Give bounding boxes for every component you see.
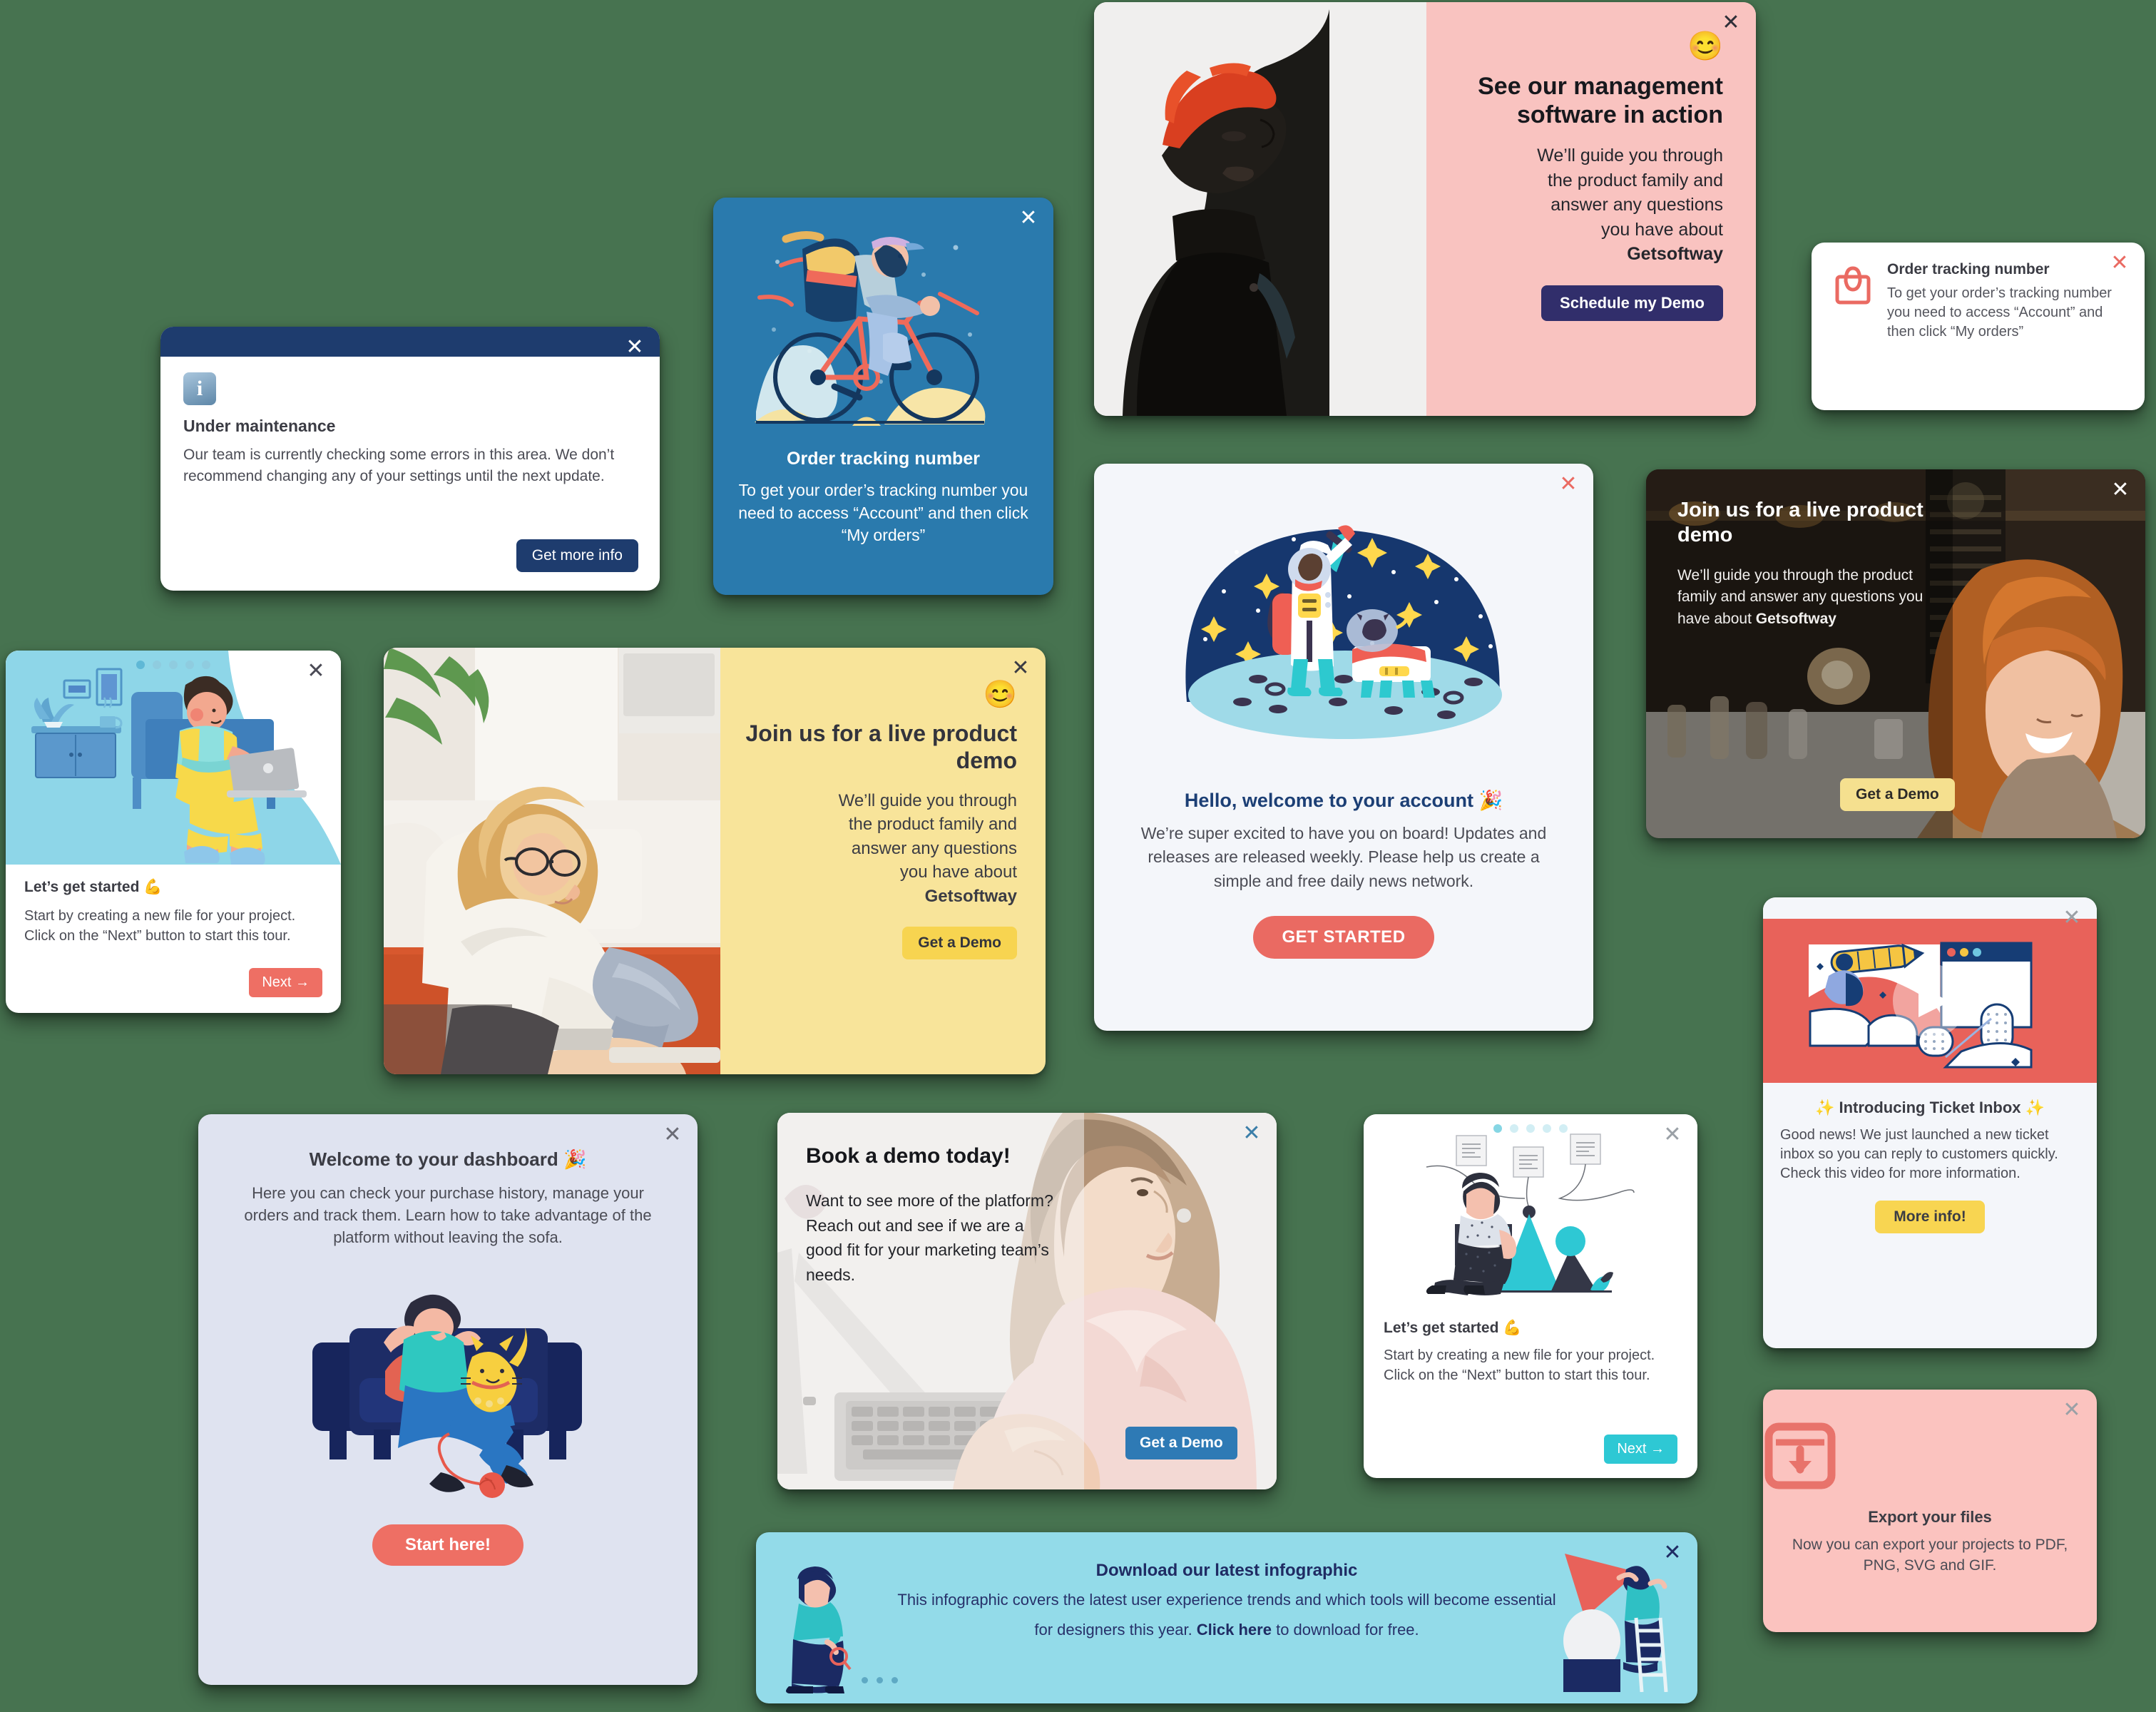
close-icon[interactable]: ✕ — [1719, 12, 1743, 36]
card-title: Let’s get started 💪 — [24, 879, 163, 895]
card-body: Our team is currently checking some erro… — [183, 447, 615, 485]
card-title: Order tracking number — [1887, 261, 2050, 277]
card-title: Join us for a live product demo — [745, 720, 1018, 773]
portrait-photo — [1094, 2, 1426, 416]
next-button[interactable]: Next → — [249, 968, 322, 997]
get-demo-button[interactable]: Get a Demo — [1840, 778, 1955, 811]
pagination-dots[interactable] — [6, 661, 341, 669]
close-icon[interactable]: ✕ — [2108, 479, 2132, 504]
woman-with-laptop-photo — [384, 648, 720, 1074]
banner-body-part-2: to download for free. — [1271, 1620, 1419, 1639]
close-icon[interactable]: ✕ — [623, 337, 647, 361]
person-on-ladder-illustration — [1548, 1549, 1676, 1692]
astronaut-illustration — [1094, 464, 1593, 785]
get-demo-button[interactable]: Get a Demo — [902, 927, 1017, 960]
get-started-button[interactable]: GET STARTED — [1253, 916, 1434, 959]
card-get-started-blue: ✕ Let’s get started 💪 Start by creating … — [6, 651, 341, 1013]
start-here-button[interactable]: Start here! — [372, 1524, 524, 1566]
card-title: Order tracking number — [787, 449, 980, 469]
close-icon[interactable]: ✕ — [1556, 474, 1580, 498]
info-icon: i — [183, 372, 216, 405]
card-order-tracking-illustrated: ✕ Order tracking number To get your orde… — [713, 198, 1053, 595]
card-body: Start by creating a new file for your pr… — [24, 908, 296, 944]
card-order-tracking-small: ✕ Order tracking number To get your orde… — [1812, 243, 2145, 410]
card-title: See our management software in action — [1478, 73, 1723, 129]
card-title: Book a demo today! — [806, 1144, 1011, 1168]
close-icon[interactable]: ✕ — [304, 661, 328, 685]
schedule-demo-button[interactable]: Schedule my Demo — [1541, 285, 1723, 321]
pagination-dots[interactable] — [1364, 1124, 1697, 1133]
close-icon[interactable]: ✕ — [1240, 1123, 1264, 1147]
card-export-files: ✕ Export your files Now you can export y… — [1763, 1390, 2097, 1632]
card-body-line-4: you have about — [899, 862, 1017, 882]
brand-name: Getsoftway — [924, 886, 1017, 906]
card-infographic-banner: ✕ Download our latest infographic This i… — [756, 1532, 1697, 1703]
card-title: Let’s get started 💪 — [1384, 1320, 1522, 1336]
card-body-line-4: you have about — [1601, 219, 1723, 240]
card-body-line-2: the product family and — [848, 815, 1017, 835]
card-title: Welcome to your dashboard 🎉 — [309, 1148, 587, 1170]
cards-canvas: ✕ i Under maintenance Our team is curren… — [0, 0, 2156, 1712]
card-title: Hello, welcome to your account 🎉 — [1184, 790, 1503, 811]
brand-name: Getsoftway — [1627, 244, 1723, 265]
card-body: Here you can check your purchase history… — [244, 1184, 652, 1247]
maintenance-titlebar — [160, 327, 660, 357]
close-icon[interactable]: ✕ — [2060, 1400, 2084, 1424]
get-demo-button[interactable]: Get a Demo — [1125, 1427, 1237, 1459]
card-live-demo-yellow: ✕ 😊 Join us for a live product demo We’l… — [384, 648, 1046, 1074]
smiling-face-emoji: 😊 — [983, 680, 1017, 710]
card-title: Export your files — [1868, 1508, 1992, 1526]
woman-with-documents-illustration — [1364, 1114, 1697, 1314]
card-body-line-3: answer any questions — [1550, 195, 1723, 215]
close-icon[interactable]: ✕ — [2108, 253, 2132, 277]
close-icon[interactable]: ✕ — [1660, 1124, 1685, 1148]
smiling-face-emoji: 😊 — [1687, 31, 1723, 62]
card-body-line-3: answer any questions — [851, 838, 1017, 858]
card-body: Start by creating a new file for your pr… — [1384, 1347, 1655, 1384]
close-icon[interactable]: ✕ — [2060, 907, 2084, 932]
next-button[interactable]: Next → — [1604, 1435, 1677, 1464]
card-title: Under maintenance — [183, 417, 336, 435]
brand-name: Getsoftway — [1755, 610, 1836, 627]
card-body: Good news! We just launched a new ticket… — [1780, 1127, 2058, 1181]
card-body-line-2: the product family and — [1548, 170, 1723, 190]
person-on-sofa-illustration — [198, 1268, 698, 1503]
click-here-link[interactable]: Click here — [1197, 1621, 1272, 1639]
close-icon[interactable]: ✕ — [1660, 1542, 1685, 1566]
card-title: Join us for a live product demo — [1677, 499, 1923, 546]
cyclist-illustration — [713, 198, 1053, 449]
more-info-button[interactable]: More info! — [1875, 1201, 1985, 1233]
video-thumbnail[interactable] — [1763, 919, 2097, 1083]
card-body: To get your order’s tracking number you … — [1887, 285, 2112, 340]
card-live-demo-dark: ✕ Join us for a live product demo We’ll … — [1646, 469, 2145, 838]
card-under-maintenance: ✕ i Under maintenance Our team is curren… — [160, 327, 660, 591]
close-icon[interactable]: ✕ — [1008, 658, 1033, 682]
close-icon[interactable]: ✕ — [660, 1124, 685, 1148]
card-body: Now you can export your projects to PDF,… — [1792, 1537, 2068, 1574]
card-body: To get your order’s tracking number you … — [738, 481, 1028, 545]
shopping-bag-icon — [1834, 261, 1871, 342]
download-box-icon — [1763, 1390, 2097, 1492]
person-with-magnifier-illustration — [773, 1558, 852, 1693]
card-title: ✨ Introducing Ticket Inbox ✨ — [1814, 1099, 2045, 1116]
card-body-line-1: We’ll guide you through — [838, 790, 1017, 810]
card-body: We’re super excited to have you on board… — [1140, 824, 1547, 890]
card-welcome-account: ✕ Hello, welcome to your account 🎉 We’re… — [1094, 464, 1593, 1031]
card-body-line-1: We’ll guide you through — [1537, 146, 1723, 166]
card-get-started-teal: ✕ Let’s get started 💪 Start by creating … — [1364, 1114, 1697, 1478]
card-body: Want to see more of the platform? Reach … — [806, 1191, 1053, 1284]
man-on-couch-illustration — [6, 651, 341, 865]
close-icon[interactable]: ✕ — [1016, 208, 1041, 232]
get-more-info-button[interactable]: Get more info — [516, 539, 638, 572]
pagination-dots[interactable] — [862, 1677, 898, 1683]
card-book-demo: ✕ Book a demo today! Want to see more of… — [777, 1113, 1277, 1489]
card-ticket-inbox: ✕ ✨ Introducing Ticket Inbox ✨ Good news… — [1763, 897, 2097, 1348]
card-management-software: ✕ 😊 See our management software in actio… — [1094, 2, 1756, 416]
card-welcome-dashboard: ✕ Welcome to your dashboard 🎉 Here you c… — [198, 1114, 698, 1685]
